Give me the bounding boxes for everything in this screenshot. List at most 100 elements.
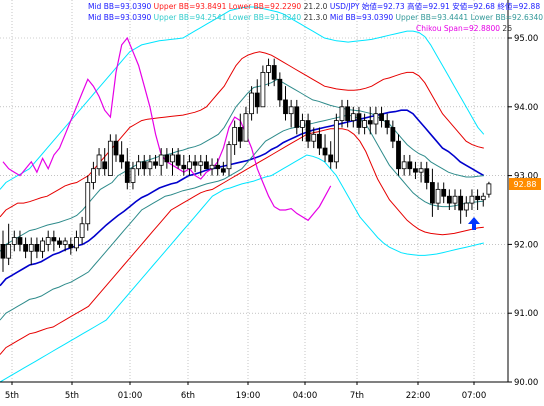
candle-body-up [74, 237, 79, 249]
candle-body-down [294, 106, 300, 128]
candle-body-up [91, 168, 96, 183]
candle-body-down [68, 243, 74, 249]
candle-body-down [356, 113, 362, 128]
candle-body-down [164, 154, 170, 163]
candle-body-up [158, 154, 164, 166]
candle-body-down [305, 120, 311, 142]
candle-body-down [429, 182, 435, 204]
candle-body-up [28, 243, 34, 252]
candle-body-down [367, 120, 373, 125]
candle-body-up [147, 161, 153, 170]
candle-body-up [469, 195, 475, 204]
candle-body-up [226, 144, 232, 170]
candle-body-up [418, 168, 424, 173]
candle-body-down [316, 133, 322, 149]
candle-body-down [283, 99, 288, 115]
candle-body-down [181, 164, 187, 170]
candle-body-up [96, 154, 102, 170]
header-text-segment: Lower BB=92.6340 [468, 13, 543, 22]
candle-body-down [271, 65, 277, 80]
header-text-segment: 21.2.0 [301, 2, 327, 11]
candle-body-up [339, 106, 345, 121]
candle-body-up [187, 161, 192, 170]
candle-body-up [40, 240, 45, 252]
candle-body-up [232, 127, 238, 146]
candle-body-up [107, 140, 113, 176]
header-text-segment: 26 [500, 24, 512, 33]
candle-body-up [136, 161, 142, 170]
candle-body-down [175, 154, 181, 166]
y-tick-label: 91.00 [514, 309, 538, 319]
y-tick-label: 90.00 [514, 378, 538, 388]
header-text-segment: Upper BB=93.4441 [393, 13, 468, 22]
candle-body-up [350, 113, 356, 121]
candle-body-up [362, 120, 368, 128]
candle-body-down [446, 195, 452, 204]
y-tick-label: 95.00 [514, 34, 538, 44]
candle-body-up [452, 195, 458, 204]
candle-body-up [480, 195, 486, 201]
candle-body-down [384, 120, 390, 128]
candle-body-down [113, 140, 119, 156]
candle-body-down [328, 154, 334, 163]
candle-body-up [486, 183, 492, 195]
candle-body-up [243, 113, 249, 142]
candle-body-down [254, 92, 260, 108]
candle-body-up [401, 161, 407, 170]
header-text-segment: Chikou Span=92.8800 [416, 24, 500, 33]
x-tick-label: 01:00 [118, 391, 143, 401]
candle-body-up [300, 120, 305, 128]
x-tick-label: 5th [5, 391, 19, 401]
candle-body-up [373, 113, 379, 125]
candle-body-down [119, 154, 125, 163]
header-text-segment: USD/JPY 始値=92.73 高値=92.91 安値=92.68 終値=92… [327, 1, 540, 11]
candle-body-down [203, 161, 209, 170]
candle-body-down [396, 140, 401, 170]
x-tick-label: 19:00 [236, 391, 261, 401]
candle-body-up [130, 168, 136, 183]
header-text-segment: Mid BB=93.0390 [88, 2, 152, 11]
x-tick-label: 22:00 [406, 391, 431, 401]
header-text-segment: Upper BB=93.8491 [151, 2, 226, 11]
candle-body-up [6, 243, 12, 259]
candle-body-up [311, 133, 317, 142]
candle-body-down [379, 113, 384, 121]
candle-body-down [475, 195, 481, 201]
candle-body-down [192, 161, 198, 166]
candle-body-up [266, 65, 271, 73]
candle-body-up [170, 154, 175, 163]
candle-body-up [85, 182, 91, 225]
header-text-segment: 21.3.0 [301, 13, 327, 22]
header-text-segment: Upper BB=94.2541 [151, 13, 226, 22]
candle-body-down [424, 168, 430, 183]
candle-body-down [458, 195, 464, 211]
candle-body-down [322, 147, 328, 156]
candle-body-up [249, 92, 255, 115]
candle-body-up [45, 237, 51, 245]
candle-body-up [288, 106, 294, 115]
candle-body-down [441, 188, 447, 197]
candle-body-up [333, 120, 339, 163]
candle-body-down [407, 161, 413, 170]
header-text-segment: Mid BB=93.0390 [88, 13, 152, 22]
candle-body-up [260, 72, 266, 108]
candle-body-down [51, 237, 57, 242]
candle-body-up [11, 237, 17, 245]
header-line-3: Chikou Span=92.8800 26 [416, 24, 512, 33]
chart-canvas: 95.0094.0093.0092.0091.0090.005th 5th 01:0… [0, 0, 544, 401]
chart: 95.00 94.00 93.00 92.00 91.00 90.00 5th 5th 01:0… [0, 0, 544, 402]
x-tick-label: 6th [181, 391, 195, 401]
candle-body-down [153, 161, 158, 166]
candle-body-up [463, 202, 469, 211]
header-line-2: Mid BB=93.0390 Upper BB=94.2541 Lower BB… [88, 13, 544, 22]
candle-body-up [209, 164, 215, 170]
header-text-segment: Lower BB=92.2290 [226, 2, 301, 11]
x-tick-label: 7th [350, 391, 364, 401]
candle-body-down [220, 168, 226, 173]
candle-body-down [390, 127, 396, 142]
candle-body-down [345, 106, 351, 121]
candle-body-down [141, 161, 147, 170]
candle-body-down [413, 168, 418, 173]
candle-body-down [0, 243, 6, 259]
candle-body-down [17, 237, 23, 245]
